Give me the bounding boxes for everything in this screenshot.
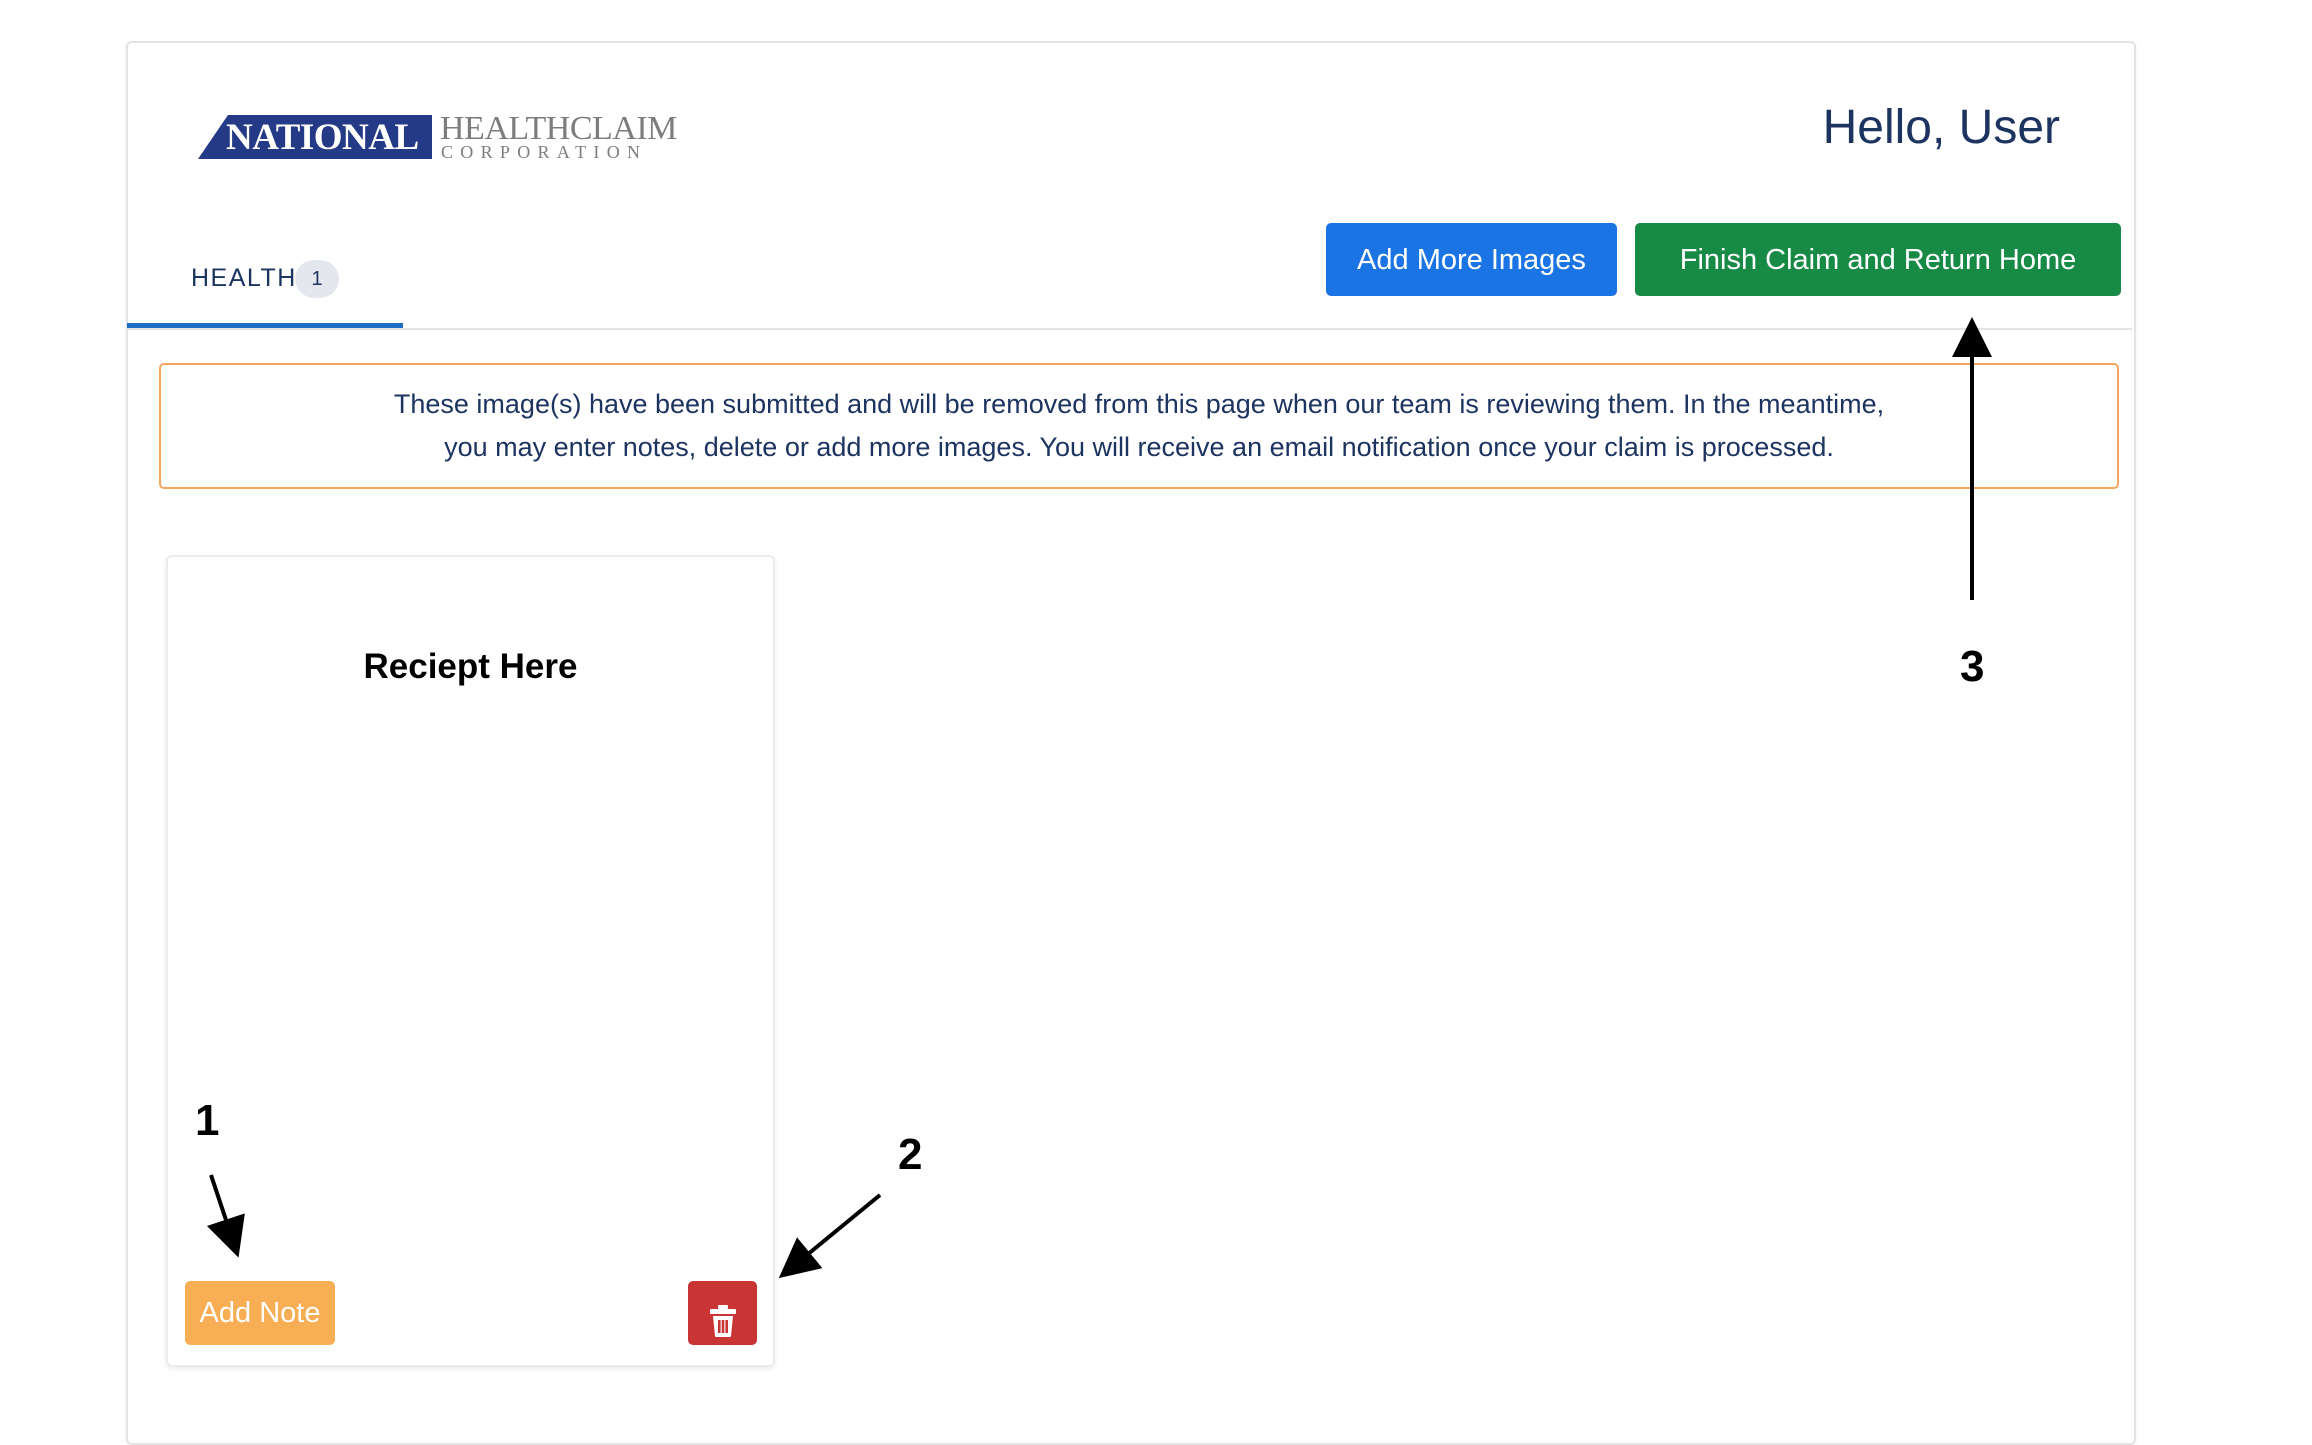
annotation-number-2: 2	[898, 1130, 923, 1179]
annotation-number-1: 1	[195, 1096, 220, 1145]
annotation-arrows	[206, 317, 1992, 1279]
annotation-number-3: 3	[1960, 642, 1985, 691]
annotation-arrow-2	[778, 1193, 882, 1279]
annotation-arrow-1	[206, 1174, 245, 1258]
